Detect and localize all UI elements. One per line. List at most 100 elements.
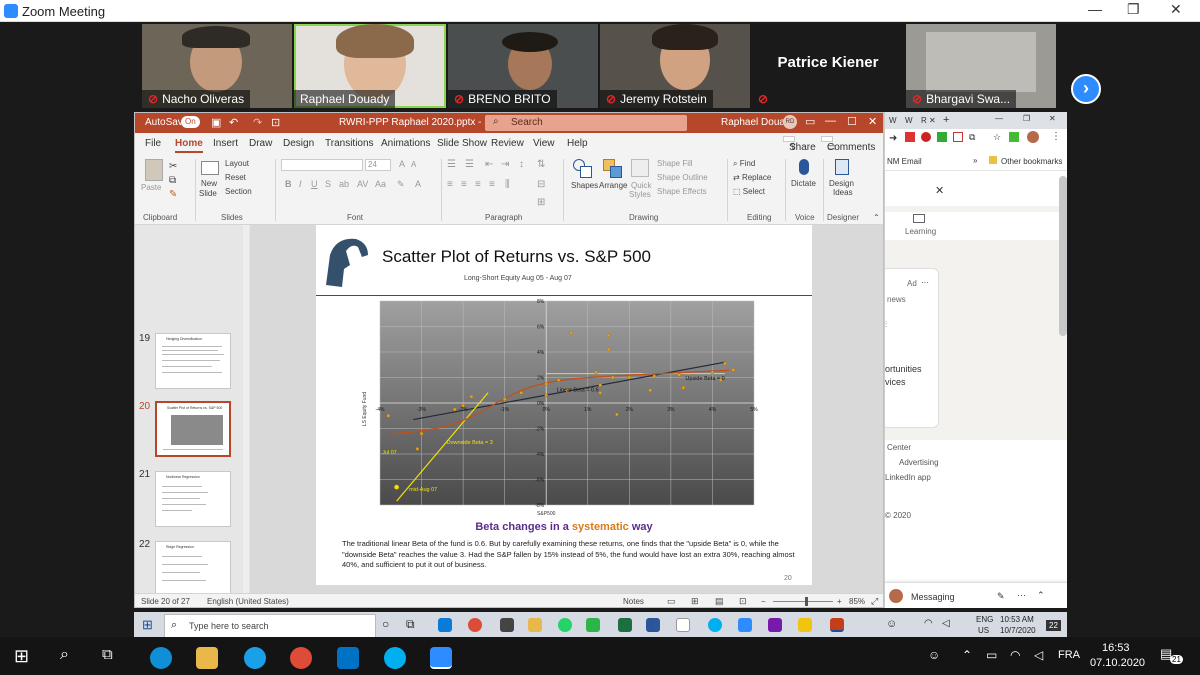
extension-icon[interactable] bbox=[937, 132, 947, 142]
task-view-icon[interactable]: ⧉ bbox=[406, 617, 415, 632]
learning-link[interactable]: Learning bbox=[905, 227, 936, 236]
tab-review[interactable]: Review bbox=[491, 138, 524, 149]
design-ideas-icon[interactable] bbox=[835, 159, 849, 175]
shape-effects-button[interactable]: Shape Effects bbox=[657, 187, 707, 196]
chrome-icon[interactable] bbox=[290, 647, 312, 669]
excel-icon[interactable] bbox=[618, 618, 632, 632]
tab-design[interactable]: Design bbox=[283, 138, 314, 149]
strikethrough-button[interactable]: ab bbox=[339, 179, 349, 189]
notes-button[interactable]: Notes bbox=[623, 597, 644, 606]
font-size-dropdown[interactable]: 24 bbox=[365, 159, 391, 171]
star-icon[interactable]: ☆ bbox=[993, 132, 1001, 143]
close-tab-icon[interactable]: ✕ bbox=[929, 116, 936, 125]
quick-styles-icon[interactable] bbox=[631, 159, 649, 177]
redo-icon[interactable]: ↷ bbox=[253, 116, 262, 129]
profile-avatar[interactable] bbox=[1027, 131, 1039, 143]
tab-insert[interactable]: Insert bbox=[213, 138, 238, 149]
participant-tile[interactable]: ⊘ Nacho Oliveras bbox=[142, 24, 292, 108]
present-icon[interactable]: ⊡ bbox=[271, 116, 280, 129]
shape-fill-button[interactable]: Shape Fill bbox=[657, 159, 693, 168]
wechat-icon[interactable] bbox=[586, 618, 600, 632]
paint-icon[interactable] bbox=[798, 618, 812, 632]
file-explorer-icon[interactable] bbox=[196, 647, 218, 669]
help-center-link[interactable]: Center bbox=[887, 443, 911, 452]
text-direction-icon[interactable]: ⇅ bbox=[537, 159, 545, 170]
notepad-icon[interactable] bbox=[676, 618, 690, 632]
minimize-button[interactable]: — bbox=[1088, 1, 1102, 17]
align-left-icon[interactable]: ≡ bbox=[447, 179, 453, 190]
extension-icon[interactable] bbox=[1009, 132, 1019, 142]
participant-tile[interactable]: ⊘ BRENO BRITO bbox=[448, 24, 598, 108]
close-button[interactable]: ✕ bbox=[868, 115, 877, 128]
undo-icon[interactable]: ↶ bbox=[229, 116, 238, 129]
underline-button[interactable]: U bbox=[311, 179, 318, 189]
task-view-icon[interactable]: ⧉ bbox=[102, 646, 113, 663]
increase-indent-icon[interactable]: ⇥ bbox=[501, 159, 509, 170]
input-region[interactable]: US bbox=[978, 626, 989, 635]
internet-explorer-icon[interactable] bbox=[244, 647, 266, 669]
line-spacing-icon[interactable]: ↕ bbox=[519, 159, 524, 170]
replace-button[interactable]: ⇄ Replace bbox=[733, 173, 771, 182]
slide-thumbnail[interactable]: Nonlinear Regression bbox=[155, 471, 231, 527]
advertising-link[interactable]: Advertising bbox=[899, 458, 939, 467]
linkedin-app-link[interactable]: LinkedIn app bbox=[885, 473, 931, 482]
slide[interactable]: Scatter Plot of Returns vs. S&P 500 Long… bbox=[316, 225, 812, 585]
zoom-slider-thumb[interactable] bbox=[805, 597, 808, 606]
skype-icon[interactable] bbox=[708, 618, 722, 632]
slide-thumbnail[interactable]: Hedging Diversification bbox=[155, 333, 231, 389]
browser-tab[interactable]: W bbox=[905, 116, 913, 125]
fit-to-window-icon[interactable]: ⤢ bbox=[871, 596, 878, 607]
highlight-icon[interactable]: ✎ bbox=[397, 179, 405, 190]
shape-outline-button[interactable]: Shape Outline bbox=[657, 173, 708, 182]
new-slide-icon[interactable] bbox=[201, 161, 219, 175]
notification-badge[interactable]: 22 bbox=[1046, 620, 1061, 631]
align-right-icon[interactable]: ≡ bbox=[475, 179, 481, 190]
zoom-slider[interactable] bbox=[773, 601, 833, 602]
compose-icon[interactable]: ✎ bbox=[997, 591, 1005, 602]
ribbon-display-icon[interactable]: ▭ bbox=[805, 115, 815, 128]
restore-button[interactable]: ❐ bbox=[1023, 114, 1030, 123]
inner-clock-date[interactable]: 10/7/2020 bbox=[1000, 626, 1036, 635]
ad-menu-icon[interactable]: ··· bbox=[921, 278, 929, 287]
find-button[interactable]: ⌕ Find bbox=[733, 159, 755, 169]
ad-card[interactable] bbox=[885, 268, 939, 428]
numbering-icon[interactable]: ☰ bbox=[465, 159, 474, 170]
search-icon[interactable]: ⌕ bbox=[60, 646, 69, 664]
onenote-icon[interactable] bbox=[768, 618, 782, 632]
shrink-font-icon[interactable]: A bbox=[411, 160, 416, 169]
columns-icon[interactable]: ⫼ bbox=[505, 179, 510, 190]
battery-icon[interactable]: ▭ bbox=[986, 648, 997, 662]
align-text-icon[interactable]: ⊟ bbox=[537, 179, 545, 190]
windows-start-icon[interactable]: ⊞ bbox=[142, 617, 153, 633]
justify-icon[interactable]: ≡ bbox=[489, 179, 495, 190]
clock-time[interactable]: 16:53 bbox=[1102, 642, 1130, 654]
format-painter-icon[interactable]: ✎ bbox=[169, 189, 177, 200]
normal-view-icon[interactable]: ▭ bbox=[667, 596, 676, 607]
outlook-icon[interactable] bbox=[337, 647, 359, 669]
slide-thumbnail-selected[interactable]: Scatter Plot of Returns vs. S&P 500 bbox=[155, 401, 231, 457]
search-box[interactable]: ⌕ Search bbox=[485, 115, 687, 131]
align-center-icon[interactable]: ≡ bbox=[461, 179, 467, 190]
people-icon[interactable]: ☺ bbox=[886, 618, 897, 630]
close-button[interactable]: ✕ bbox=[1170, 1, 1182, 18]
browser-tab[interactable]: W bbox=[889, 116, 897, 125]
change-case-button[interactable]: Aa bbox=[375, 179, 386, 189]
extension-icon[interactable] bbox=[921, 132, 931, 142]
menu-kebab-icon[interactable]: ⋮ bbox=[1051, 131, 1061, 142]
layout-button[interactable]: Layout bbox=[225, 159, 249, 168]
restore-button[interactable]: ☐ bbox=[847, 115, 857, 128]
chevron-up-icon[interactable]: ⌃ bbox=[962, 648, 972, 662]
participant-tile[interactable]: ⊘ Bhargavi Swa... bbox=[906, 24, 1056, 108]
participant-tile[interactable]: ⊘ Jeremy Rotstein bbox=[600, 24, 750, 108]
whatsapp-icon[interactable] bbox=[558, 618, 572, 632]
bullets-icon[interactable]: ☰ bbox=[447, 159, 456, 170]
collapse-ribbon-icon[interactable]: ⌃ bbox=[873, 213, 880, 222]
user-avatar[interactable]: RD bbox=[783, 115, 797, 129]
cut-icon[interactable]: ✂ bbox=[169, 161, 177, 172]
new-tab-icon[interactable]: + bbox=[943, 114, 949, 126]
tab-draw[interactable]: Draw bbox=[249, 138, 272, 149]
next-participants-button[interactable]: › bbox=[1071, 74, 1101, 104]
participant-tile-active-speaker[interactable]: Raphael Douady bbox=[294, 24, 446, 108]
share-button[interactable]: ⇪ Share bbox=[783, 136, 816, 153]
extension-icon[interactable] bbox=[905, 132, 915, 142]
